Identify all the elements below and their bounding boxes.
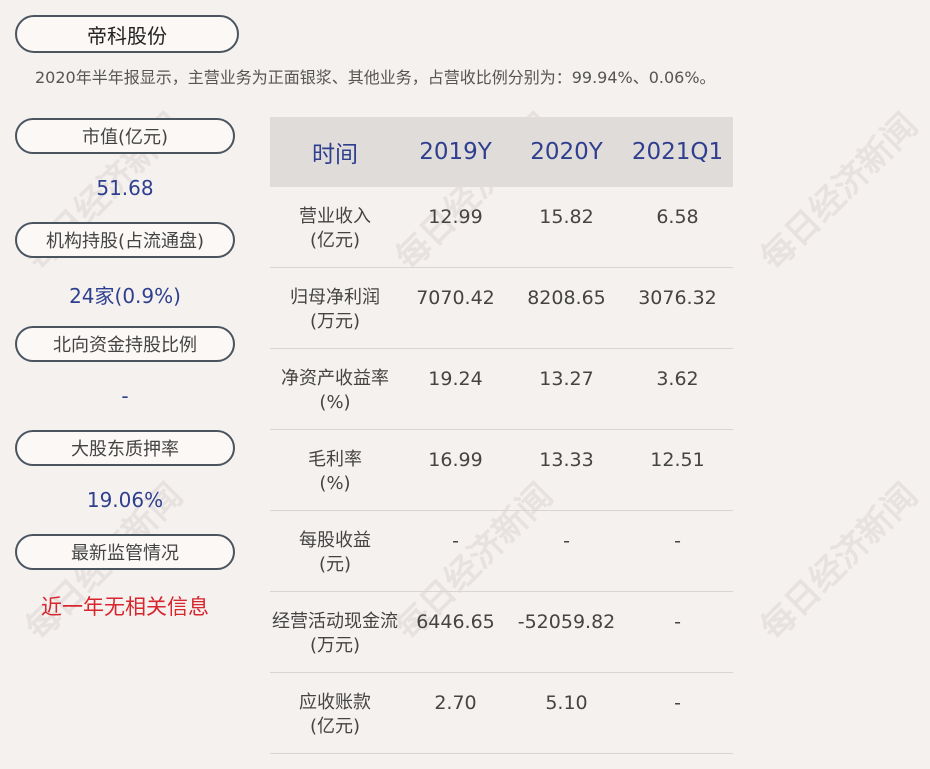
row-label: 应收账款 (亿元) <box>299 692 371 737</box>
table-cell: - <box>452 530 459 552</box>
row-label: 每股收益 (元) <box>299 530 371 575</box>
market-cap-value: 51.68 <box>96 176 154 200</box>
row-label: 毛利率 (%) <box>308 449 362 494</box>
table-cell: 5.10 <box>545 692 588 714</box>
table-cell: 8208.65 <box>527 287 606 309</box>
table-row: 应收账款 (亿元) 2.70 5.10 - <box>270 673 733 754</box>
table-row: 净资产收益率 (%) 19.24 13.27 3.62 <box>270 349 733 430</box>
table-cell: 12.51 <box>650 449 705 471</box>
header-2019: 2019Y <box>419 139 492 165</box>
company-title: 帝科股份 <box>15 15 239 53</box>
regulation-value: 近一年无相关信息 <box>41 595 209 619</box>
table-cell: 13.33 <box>539 449 594 471</box>
table-cell: 16.99 <box>428 449 483 471</box>
table-cell: -52059.82 <box>517 611 616 633</box>
table-cell: 6.58 <box>656 206 699 228</box>
table-row: 每股收益 (元) - - - <box>270 511 733 592</box>
table-cell: 12.99 <box>428 206 483 228</box>
institution-holding-value: 24家(0.9%) <box>69 284 181 308</box>
northbound-ratio-label: 北向资金持股比例 <box>15 326 235 362</box>
watermark: 每日经济新闻 <box>753 475 926 649</box>
table-row: 经营活动现金流 (万元) 6446.65 -52059.82 - <box>270 592 733 673</box>
table-row: 毛利率 (%) 16.99 13.33 12.51 <box>270 430 733 511</box>
header-2021q1: 2021Q1 <box>631 139 724 165</box>
pledge-rate-label: 大股东质押率 <box>15 430 235 466</box>
table-cell: 7070.42 <box>416 287 495 309</box>
table-cell: 3.62 <box>656 368 699 390</box>
table-cell: 3076.32 <box>638 287 717 309</box>
market-cap-label: 市值(亿元) <box>15 118 235 154</box>
table-cell: 15.82 <box>539 206 594 228</box>
northbound-ratio-value: - <box>121 384 129 408</box>
institution-holding-label: 机构持股(占流通盘) <box>15 222 235 258</box>
header-time: 时间 <box>312 142 358 168</box>
row-label: 营业收入 (亿元) <box>299 206 371 251</box>
table-cell: 13.27 <box>539 368 594 390</box>
table-row: 归母净利润 (万元) 7070.42 8208.65 3076.32 <box>270 268 733 349</box>
table-cell: 19.24 <box>428 368 483 390</box>
business-summary: 2020年半年报显示，主营业务为正面银浆、其他业务，占营收比例分别为：99.94… <box>35 68 716 87</box>
table-cell: - <box>674 530 681 552</box>
table-cell: - <box>674 692 681 714</box>
row-label: 净资产收益率 (%) <box>281 368 389 413</box>
table-cell: - <box>563 530 570 552</box>
table-row: 营业收入 (亿元) 12.99 15.82 6.58 <box>270 187 733 268</box>
row-label: 归母净利润 (万元) <box>290 287 380 332</box>
row-label: 经营活动现金流 (万元) <box>272 611 398 656</box>
table-cell: 6446.65 <box>416 611 495 633</box>
table-header: 时间 2019Y 2020Y 2021Q1 <box>270 117 733 187</box>
table-cell: 2.70 <box>434 692 477 714</box>
regulation-label: 最新监管情况 <box>15 534 235 570</box>
pledge-rate-value: 19.06% <box>86 488 164 512</box>
watermark: 每日经济新闻 <box>753 105 926 279</box>
header-2020: 2020Y <box>530 139 603 165</box>
table-cell: - <box>674 611 681 633</box>
